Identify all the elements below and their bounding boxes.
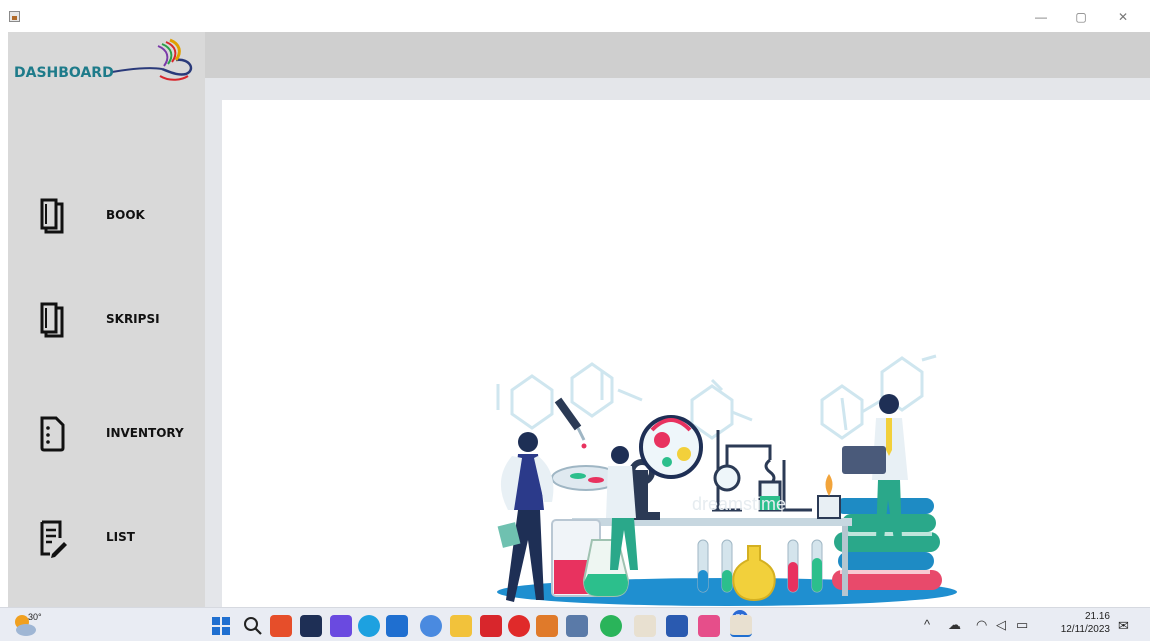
sidebar: BOOK SKRIPSI INVENTORY LIST <box>8 88 205 607</box>
petri-dish-icon <box>639 415 703 479</box>
close-button[interactable]: ✕ <box>1112 9 1134 25</box>
sidebar-item-label: INVENTORY <box>106 426 184 440</box>
book-stack-icon <box>832 498 942 590</box>
chat-icon[interactable] <box>330 615 352 637</box>
header-divider <box>205 78 1150 100</box>
app-window: DASHBOARD BOOK SKRIPSI INVENTORY LIST dr… <box>8 32 1150 607</box>
postgresql-icon[interactable] <box>566 615 588 637</box>
java-app-icon <box>9 11 20 22</box>
snipping-tool-icon[interactable] <box>698 615 720 637</box>
logo: DASHBOARD <box>8 32 205 88</box>
clock[interactable]: 21.16 12/11/2023 <box>1052 610 1110 636</box>
start-icon[interactable] <box>210 615 232 637</box>
battery-icon[interactable]: ▭ <box>1016 617 1028 633</box>
sidebar-item-inventory[interactable]: INVENTORY <box>8 414 205 474</box>
whatsapp-icon[interactable] <box>600 615 622 637</box>
edge-icon[interactable] <box>358 615 380 637</box>
main-content: dreamstime <box>222 100 1150 607</box>
sidebar-item-book[interactable]: BOOK <box>8 196 205 256</box>
content-gutter <box>205 100 222 607</box>
chevron-up-icon[interactable]: ^ <box>924 617 930 632</box>
list-edit-icon <box>40 520 67 558</box>
book-icon <box>40 198 64 234</box>
book-icon <box>40 302 64 338</box>
header-bar <box>205 32 1150 78</box>
logo-text: DASHBOARD <box>14 65 114 81</box>
minimize-button[interactable]: — <box>1030 9 1052 25</box>
file-explorer-icon[interactable] <box>450 615 472 637</box>
document-icon <box>40 416 65 452</box>
laptop-icon <box>842 446 886 474</box>
sidebar-item-label: SKRIPSI <box>106 312 160 326</box>
java-app-icon[interactable] <box>730 615 752 637</box>
window-titlebar: — ▢ ✕ <box>0 0 1150 32</box>
bunsen-burner-icon <box>817 495 841 519</box>
sidebar-item-label: LIST <box>106 530 135 544</box>
store-icon[interactable] <box>386 615 408 637</box>
woman-scientist-icon <box>497 432 554 602</box>
sidebar-item-list[interactable]: LIST <box>8 518 205 578</box>
clock-date: 12/11/2023 <box>1060 624 1110 635</box>
wifi-icon[interactable]: ◠ <box>976 617 987 633</box>
search-icon[interactable] <box>242 615 264 637</box>
sidebar-item-label: BOOK <box>106 208 145 222</box>
volume-icon[interactable]: ◁ <box>996 617 1006 633</box>
cloud-icon[interactable]: ☁ <box>948 617 961 633</box>
sidebar-item-skripsi[interactable]: SKRIPSI <box>8 300 205 360</box>
word-icon[interactable] <box>666 615 688 637</box>
maximize-button[interactable]: ▢ <box>1070 9 1092 25</box>
java-icon[interactable] <box>634 615 656 637</box>
weather-temp: 30° <box>28 612 42 622</box>
opera-icon[interactable] <box>508 615 530 637</box>
browser-icon[interactable] <box>536 615 558 637</box>
watermark: dreamstime <box>692 494 786 514</box>
help-icon[interactable] <box>420 615 442 637</box>
notification-bell-icon[interactable]: ✉ <box>1118 618 1129 634</box>
mcafee-icon[interactable] <box>480 615 502 637</box>
taskbar: 30° 70 ^ ☁ ◠ ◁ ▭ 21.16 12/11/2023 ✉ <box>0 607 1150 641</box>
logo-swoosh-icon <box>111 38 193 81</box>
laboratory-scientists-illustration: dreamstime <box>496 354 957 606</box>
clock-time: 21.16 <box>1084 611 1110 622</box>
task-view-icon[interactable] <box>300 615 322 637</box>
molecule-background-icon <box>496 354 937 440</box>
widgets-icon[interactable] <box>270 615 292 637</box>
